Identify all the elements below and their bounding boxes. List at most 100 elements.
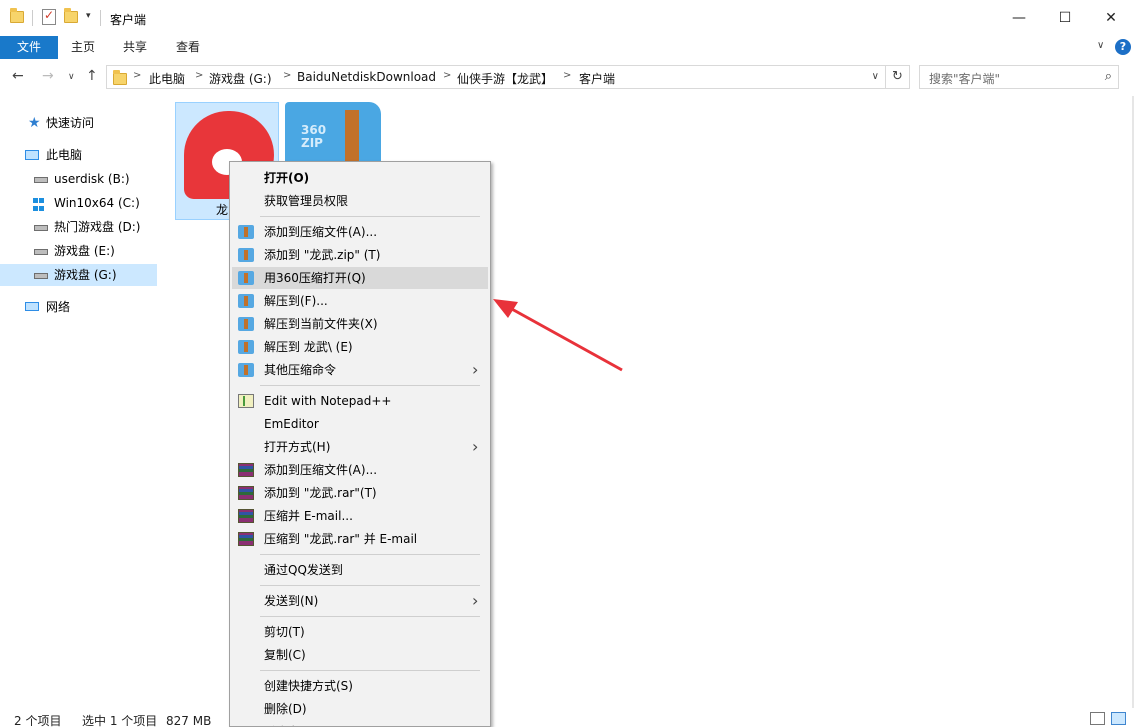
nav-drive-c[interactable]: Win10x64 (C:)	[0, 192, 157, 214]
menu-item-3-0[interactable]: 通过QQ发送到	[232, 559, 488, 581]
360zip-icon	[238, 225, 254, 239]
submenu-arrow-icon: ›	[472, 437, 479, 456]
menu-item-label: 打开方式(H)	[264, 440, 331, 454]
nav-drive-b[interactable]: userdisk (B:)	[0, 168, 157, 190]
customize-quick-access-icon[interactable]: ▾	[86, 11, 91, 21]
breadcrumb-this-pc[interactable]: 此电脑	[149, 70, 185, 87]
address-row: ← → ∨ ↑ > 此电脑 > 游戏盘 (G:) > BaiduNetdiskD…	[0, 62, 1137, 92]
menu-item-2-1[interactable]: EmEditor	[232, 413, 488, 435]
menu-item-2-5[interactable]: 压缩并 E-mail...	[232, 505, 488, 527]
menu-item-label: 打开(O)	[264, 171, 310, 185]
address-history-icon[interactable]: ∨	[872, 71, 879, 82]
maximize-button[interactable]: ☐	[1042, 0, 1088, 36]
breadcrumb-client[interactable]: 客户端	[579, 70, 615, 87]
navigation-pane: ★ 快速访问 此电脑 userdisk (B:) Win10x64 (C:) 热…	[0, 100, 160, 705]
large-icons-view-icon[interactable]	[1111, 712, 1126, 725]
menu-item-4-0[interactable]: 发送到(N) ›	[232, 590, 488, 612]
menu-item-2-3[interactable]: 添加到压缩文件(A)...	[232, 459, 488, 481]
drive-icon	[34, 273, 48, 279]
properties-icon[interactable]	[42, 8, 58, 25]
expand-ribbon-icon[interactable]: ∨	[1097, 40, 1104, 51]
menu-item-label: 解压到(F)...	[264, 294, 328, 308]
nav-network[interactable]: 网络	[0, 296, 157, 318]
menu-item-label: 添加到压缩文件(A)...	[264, 225, 378, 239]
menu-separator	[260, 670, 480, 671]
folder-icon	[113, 70, 127, 85]
nav-label: 游戏盘 (G:)	[54, 268, 117, 282]
menu-item-1-6[interactable]: 其他压缩命令 ›	[232, 359, 488, 381]
menu-item-5-0[interactable]: 剪切(T)	[232, 621, 488, 643]
nav-drive-d[interactable]: 热门游戏盘 (D:)	[0, 216, 157, 238]
menu-item-2-0[interactable]: Edit with Notepad++	[232, 390, 488, 412]
tab-home[interactable]: 主页	[71, 36, 95, 59]
360zip-icon	[238, 294, 254, 308]
menu-separator	[260, 616, 480, 617]
menu-item-label: 压缩到 "龙武.rar" 并 E-mail	[264, 532, 418, 546]
nav-this-pc[interactable]: 此电脑	[0, 144, 157, 166]
menu-item-label: 添加到 "龙武.zip" (T)	[264, 248, 381, 262]
menu-item-5-1[interactable]: 复制(C)	[232, 644, 488, 666]
360zip-icon	[238, 317, 254, 331]
tab-file[interactable]: 文件	[0, 36, 58, 59]
close-button[interactable]: ✕	[1088, 0, 1134, 36]
annotation-arrow-icon	[493, 299, 623, 372]
minimize-button[interactable]: —	[996, 0, 1042, 36]
zipper-icon	[345, 110, 359, 166]
up-arrow-icon[interactable]: ↑	[86, 68, 98, 84]
breadcrumb-separator: >	[133, 70, 142, 81]
menu-item-label: 删除(D)	[264, 702, 307, 716]
menu-item-2-4[interactable]: 添加到 "龙武.rar"(T)	[232, 482, 488, 504]
help-icon[interactable]: ?	[1115, 39, 1131, 55]
folder-icon	[10, 8, 26, 25]
nav-label: userdisk (B:)	[54, 172, 130, 186]
breadcrumb-baidu-download[interactable]: BaiduNetdiskDownload	[297, 70, 436, 84]
tab-view[interactable]: 查看	[176, 36, 200, 59]
menu-item-0-0[interactable]: 打开(O)	[232, 167, 488, 189]
menu-item-2-6[interactable]: 压缩到 "龙武.rar" 并 E-mail	[232, 528, 488, 550]
back-arrow-icon[interactable]: ←	[12, 68, 24, 84]
notepad-icon	[238, 394, 254, 408]
menu-item-label: 压缩并 E-mail...	[264, 509, 353, 523]
360zip-icon	[238, 248, 254, 262]
menu-item-0-1[interactable]: 获取管理员权限	[232, 190, 488, 212]
menu-item-6-0[interactable]: 创建快捷方式(S)	[232, 675, 488, 697]
drive-icon	[34, 177, 48, 183]
winrar-icon	[238, 486, 254, 500]
refresh-icon[interactable]: ↻	[885, 66, 909, 88]
menu-item-6-1[interactable]: 删除(D)	[232, 698, 488, 720]
360zip-file-icon: 360 ZIP	[285, 102, 381, 166]
menu-item-label: 获取管理员权限	[264, 194, 349, 208]
breadcrumb-game-folder[interactable]: 仙侠手游【龙武】	[457, 70, 553, 87]
menu-item-1-4[interactable]: 解压到当前文件夹(X)	[232, 313, 488, 335]
nav-drive-g[interactable]: 游戏盘 (G:)	[0, 264, 157, 286]
menu-item-1-1[interactable]: 添加到 "龙武.zip" (T)	[232, 244, 488, 266]
search-input[interactable]: 搜索"客户端" ⌕	[919, 65, 1119, 89]
menu-item-label: 解压到 龙武\ (E)	[264, 340, 353, 354]
vertical-scrollbar[interactable]	[1129, 96, 1137, 708]
menu-item-1-0[interactable]: 添加到压缩文件(A)...	[232, 221, 488, 243]
toolbar-divider	[100, 10, 101, 26]
menu-item-1-2[interactable]: 用360压缩打开(Q)	[232, 267, 488, 289]
tab-share[interactable]: 共享	[123, 36, 147, 59]
breadcrumb-drive-g[interactable]: 游戏盘 (G:)	[209, 70, 272, 87]
item-count: 2 个项目	[14, 714, 62, 727]
recent-locations-icon[interactable]: ∨	[68, 72, 75, 82]
forward-arrow-icon[interactable]: →	[42, 68, 54, 84]
nav-drive-e[interactable]: 游戏盘 (E:)	[0, 240, 157, 262]
menu-item-1-5[interactable]: 解压到 龙武\ (E)	[232, 336, 488, 358]
nav-quick-access[interactable]: ★ 快速访问	[0, 112, 157, 134]
menu-item-6-2[interactable]: 重命名(M)	[232, 721, 488, 726]
title-bar: ▾ 客户端 — ☐ ✕	[0, 0, 1137, 36]
status-bar: 2 个项目 选中 1 个项目 827 MB	[0, 708, 1137, 727]
new-folder-icon[interactable]	[64, 8, 80, 25]
search-placeholder: 搜索"客户端"	[929, 72, 1001, 86]
submenu-arrow-icon: ›	[472, 360, 479, 379]
window-title: 客户端	[110, 13, 147, 27]
menu-item-2-2[interactable]: 打开方式(H) ›	[232, 436, 488, 458]
menu-item-label: 创建快捷方式(S)	[264, 679, 353, 693]
address-bar[interactable]: > 此电脑 > 游戏盘 (G:) > BaiduNetdiskDownload …	[106, 65, 910, 89]
star-icon: ★	[28, 115, 41, 131]
menu-item-1-3[interactable]: 解压到(F)...	[232, 290, 488, 312]
details-view-icon[interactable]	[1090, 712, 1105, 725]
menu-item-label: 重命名(M)	[264, 721, 320, 726]
